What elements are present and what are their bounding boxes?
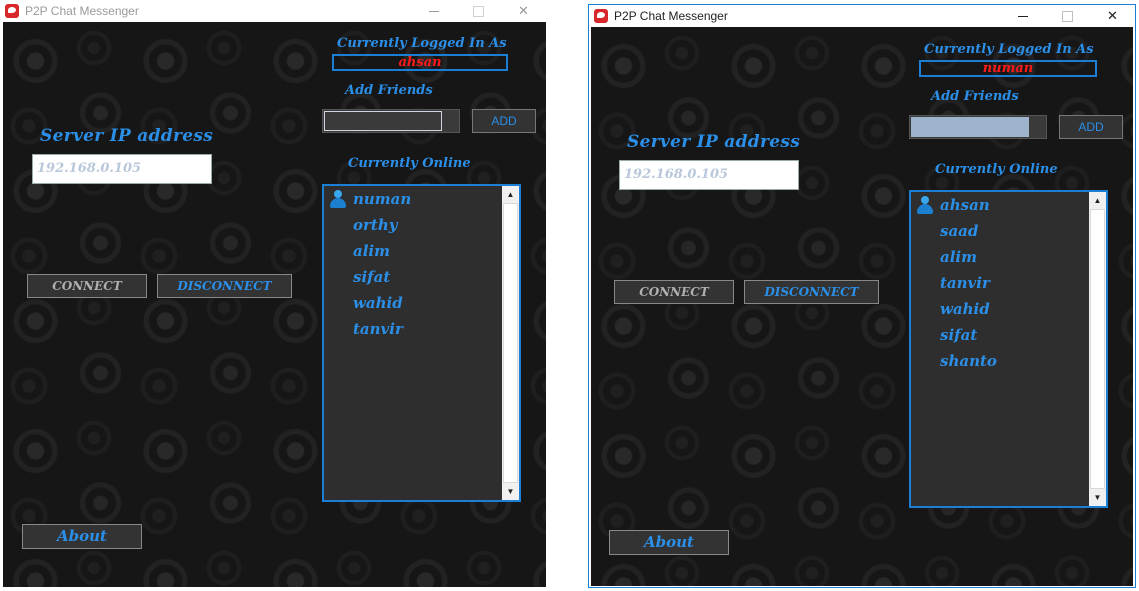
list-item[interactable]: sifat [324,264,502,290]
list-item[interactable]: tanvir [911,270,1089,296]
add-friends-label: Add Friends [931,89,1019,104]
app-logo-icon [594,9,608,23]
add-button[interactable]: ADD [472,109,536,133]
add-friend-input[interactable] [322,109,460,133]
minimize-icon [428,11,439,13]
minimize-button[interactable] [1000,5,1045,27]
currently-online-label: Currently Online [935,162,1058,177]
logged-in-user-field: ahsan [332,54,508,71]
list-item[interactable]: shanto [911,348,1089,374]
list-item[interactable]: alim [324,238,502,264]
close-button[interactable]: ✕ [1090,5,1135,27]
add-friends-label: Add Friends [345,83,433,98]
server-ip-input[interactable]: 192.168.0.105 [32,154,212,184]
currently-logged-in-label: Currently Logged In As [337,36,507,51]
add-friend-input-field[interactable] [911,117,1029,137]
list-scrollbar[interactable]: ▲ ▼ [1089,192,1106,506]
scroll-down-arrow-icon[interactable]: ▼ [502,483,519,500]
server-ip-label: Server IP address [40,126,214,146]
chat-window-2: P2P Chat Messenger ✕ Currently Logged In… [588,4,1136,588]
about-button[interactable]: About [609,530,729,555]
scroll-up-arrow-icon[interactable]: ▲ [502,186,519,203]
user-icon [330,190,346,208]
list-item-label: wahid [940,300,990,318]
online-users-list[interactable]: numan orthy alim sifat wahid tanvir ▲ ▼ [322,184,521,502]
list-item[interactable]: tanvir [324,316,502,342]
maximize-icon [1062,11,1073,23]
minimize-button[interactable] [411,0,456,22]
title-bar[interactable]: P2P Chat Messenger ✕ [589,5,1135,27]
online-users-list[interactable]: ahsan saad alim tanvir wahid sifat shanto ▲ ▼ [909,190,1108,508]
scroll-up-arrow-icon[interactable]: ▲ [1089,192,1106,209]
maximize-button[interactable] [1045,5,1090,27]
list-item[interactable]: numan [324,186,502,212]
connect-button[interactable]: CONNECT [614,280,734,304]
scroll-down-arrow-icon[interactable]: ▼ [1089,489,1106,506]
list-item[interactable]: orthy [324,212,502,238]
online-users-items: ahsan saad alim tanvir wahid sifat shanto [911,192,1089,506]
title-bar[interactable]: P2P Chat Messenger ✕ [0,0,546,22]
logged-in-user-field: numan [919,60,1097,77]
list-item-label: tanvir [940,274,990,292]
add-friend-input[interactable] [909,115,1047,139]
window-title: P2P Chat Messenger [614,9,728,23]
list-item-label: tanvir [353,320,403,338]
chat-window-1: P2P Chat Messenger ✕ Currently Logged In… [0,0,546,587]
close-icon: ✕ [1107,8,1118,23]
list-item-label: sifat [940,326,978,344]
list-item[interactable]: wahid [911,296,1089,322]
list-item-label: alim [940,248,977,266]
window-title: P2P Chat Messenger [25,4,139,18]
add-friend-input-field[interactable] [324,111,442,131]
close-icon: ✕ [518,3,529,18]
minimize-icon [1017,16,1028,18]
list-item-label: saad [940,222,979,240]
scroll-thumb[interactable] [503,203,518,483]
list-item-label: shanto [940,352,997,370]
client-area: Currently Logged In As ahsan Add Friends… [3,22,546,587]
currently-logged-in-label: Currently Logged In As [924,42,1094,57]
list-item[interactable]: alim [911,244,1089,270]
list-item-label: ahsan [940,196,990,214]
close-button[interactable]: ✕ [501,0,546,22]
list-item-label: numan [353,190,412,208]
list-item-label: orthy [353,216,398,234]
online-users-items: numan orthy alim sifat wahid tanvir [324,186,502,500]
list-item-label: sifat [353,268,391,286]
user-icon [917,196,933,214]
add-button[interactable]: ADD [1059,115,1123,139]
list-item[interactable]: ahsan [911,192,1089,218]
connect-button[interactable]: CONNECT [27,274,147,298]
server-ip-label: Server IP address [627,132,801,152]
disconnect-button[interactable]: DISCONNECT [744,280,879,304]
currently-online-label: Currently Online [348,156,471,171]
list-item[interactable]: saad [911,218,1089,244]
disconnect-button[interactable]: DISCONNECT [157,274,292,298]
client-area: Currently Logged In As numan Add Friends… [591,27,1133,586]
server-ip-input[interactable]: 192.168.0.105 [619,160,799,190]
about-button[interactable]: About [22,524,142,549]
list-scrollbar[interactable]: ▲ ▼ [502,186,519,500]
app-logo-icon [5,4,19,18]
maximize-button[interactable] [456,0,501,22]
list-item-label: alim [353,242,390,260]
scroll-thumb[interactable] [1090,209,1105,489]
list-item[interactable]: wahid [324,290,502,316]
list-item-label: wahid [353,294,403,312]
maximize-icon [473,6,484,18]
list-item[interactable]: sifat [911,322,1089,348]
